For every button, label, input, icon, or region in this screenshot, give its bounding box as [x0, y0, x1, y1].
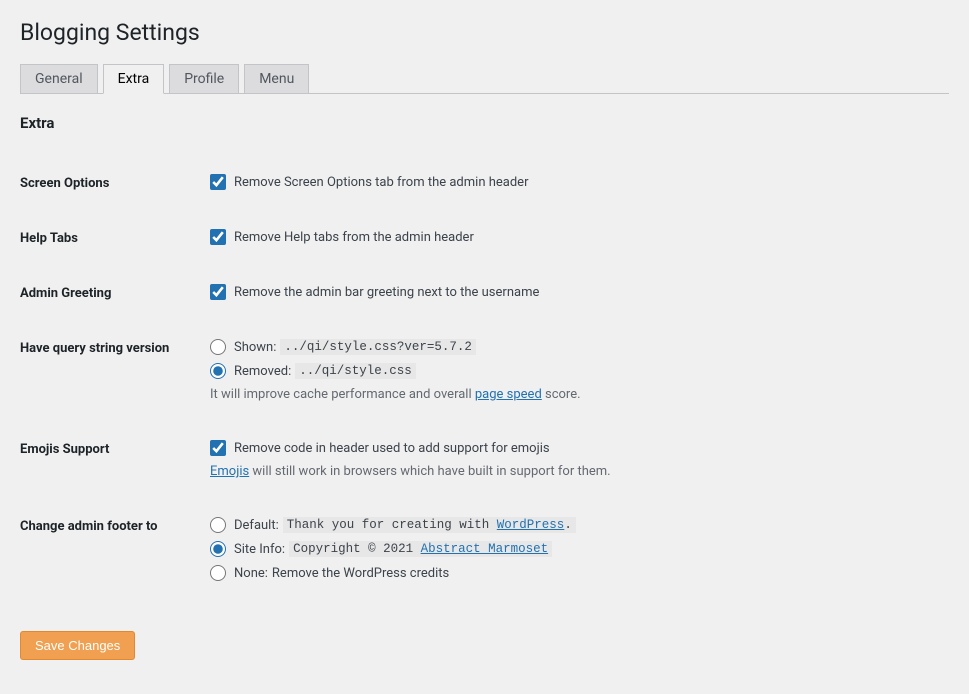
query-string-removed-radio[interactable] — [210, 363, 226, 379]
footer-default-radio[interactable] — [210, 517, 226, 533]
row-heading-query-string: Have query string version — [20, 321, 210, 422]
query-string-desc: It will improve cache performance and ov… — [210, 387, 939, 402]
help-tabs-label: Remove Help tabs from the admin header — [234, 230, 474, 245]
query-string-removed-option[interactable]: Removed: ../qi/style.css — [210, 363, 939, 379]
query-string-desc-after: score. — [542, 387, 581, 402]
help-tabs-checkbox[interactable] — [210, 229, 226, 245]
query-string-shown-code: ../qi/style.css?ver=5.7.2 — [280, 339, 476, 355]
footer-none-option[interactable]: None: Remove the WordPress credits — [210, 565, 939, 581]
save-changes-button[interactable]: Save Changes — [20, 631, 135, 660]
help-tabs-option[interactable]: Remove Help tabs from the admin header — [210, 229, 939, 245]
row-heading-screen-options: Screen Options — [20, 156, 210, 211]
footer-siteinfo-label: Site Info: — [234, 542, 285, 557]
query-string-removed-label: Removed: — [234, 364, 291, 379]
emojis-option[interactable]: Remove code in header used to add suppor… — [210, 440, 939, 456]
emojis-label: Remove code in header used to add suppor… — [234, 441, 550, 456]
emojis-desc-after: will still work in browsers which have b… — [249, 464, 610, 479]
section-heading: Extra — [20, 114, 949, 132]
footer-none-radio[interactable] — [210, 565, 226, 581]
emojis-link[interactable]: Emojis — [210, 464, 249, 479]
query-string-desc-before: It will improve cache performance and ov… — [210, 387, 475, 402]
query-string-shown-label: Shown: — [234, 340, 276, 355]
query-string-removed-code: ../qi/style.css — [295, 363, 416, 379]
footer-default-code: Thank you for creating with WordPress. — [283, 517, 576, 533]
screen-options-label: Remove Screen Options tab from the admin… — [234, 175, 528, 190]
footer-siteinfo-radio[interactable] — [210, 541, 226, 557]
emojis-checkbox[interactable] — [210, 440, 226, 456]
footer-siteinfo-code: Copyright © 2021 Abstract Marmoset — [289, 541, 552, 557]
tab-profile[interactable]: Profile — [169, 64, 239, 94]
footer-siteinfo-option[interactable]: Site Info: Copyright © 2021 Abstract Mar… — [210, 541, 939, 557]
admin-greeting-checkbox[interactable] — [210, 284, 226, 300]
row-screen-options: Screen Options Remove Screen Options tab… — [20, 156, 949, 211]
footer-default-label: Default: — [234, 518, 279, 533]
tab-extra[interactable]: Extra — [103, 64, 165, 94]
row-footer: Change admin footer to Default: Thank yo… — [20, 499, 949, 601]
query-string-shown-radio[interactable] — [210, 339, 226, 355]
page-title: Blogging Settings — [20, 10, 949, 50]
row-admin-greeting: Admin Greeting Remove the admin bar gree… — [20, 266, 949, 321]
page-speed-link[interactable]: page speed — [475, 387, 542, 402]
abstract-marmoset-link[interactable]: Abstract Marmoset — [421, 542, 549, 556]
footer-none-text: Remove the WordPress credits — [272, 566, 449, 581]
row-heading-admin-greeting: Admin Greeting — [20, 266, 210, 321]
emojis-desc: Emojis will still work in browsers which… — [210, 464, 939, 479]
footer-default-option[interactable]: Default: Thank you for creating with Wor… — [210, 517, 939, 533]
tab-general[interactable]: General — [20, 64, 98, 94]
row-heading-emojis: Emojis Support — [20, 422, 210, 499]
row-help-tabs: Help Tabs Remove Help tabs from the admi… — [20, 211, 949, 266]
admin-greeting-label: Remove the admin bar greeting next to th… — [234, 285, 539, 300]
tab-menu[interactable]: Menu — [244, 64, 309, 94]
screen-options-checkbox[interactable] — [210, 174, 226, 190]
settings-form-table: Screen Options Remove Screen Options tab… — [20, 156, 949, 601]
footer-none-label: None: — [234, 566, 268, 581]
row-query-string: Have query string version Shown: ../qi/s… — [20, 321, 949, 422]
nav-tabs: General Extra Profile Menu — [20, 64, 949, 94]
wordpress-link[interactable]: WordPress — [497, 518, 565, 532]
row-heading-help-tabs: Help Tabs — [20, 211, 210, 266]
row-emojis: Emojis Support Remove code in header use… — [20, 422, 949, 499]
row-heading-footer: Change admin footer to — [20, 499, 210, 601]
screen-options-option[interactable]: Remove Screen Options tab from the admin… — [210, 174, 939, 190]
query-string-shown-option[interactable]: Shown: ../qi/style.css?ver=5.7.2 — [210, 339, 939, 355]
admin-greeting-option[interactable]: Remove the admin bar greeting next to th… — [210, 284, 939, 300]
